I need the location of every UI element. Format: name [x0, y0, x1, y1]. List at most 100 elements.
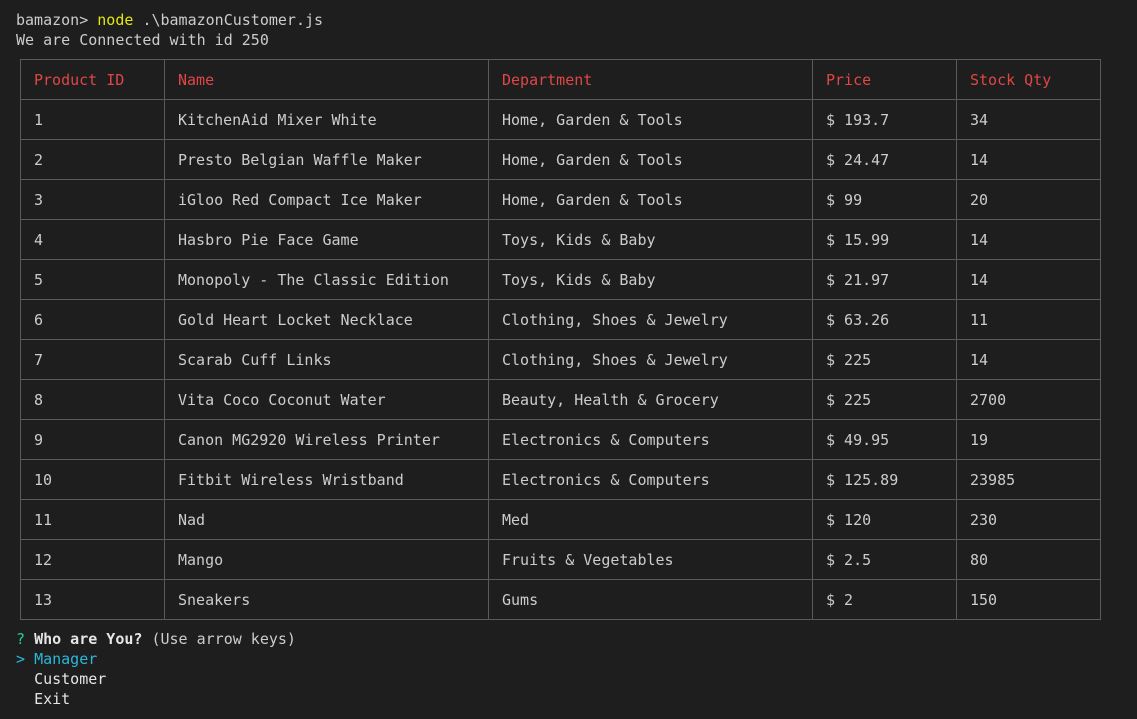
cell-name: Mango [164, 539, 489, 580]
cell-product-id: 1 [20, 99, 165, 140]
cell-department: Home, Garden & Tools [488, 139, 813, 180]
connection-message: We are Connected with id 250 [16, 31, 269, 49]
table-row: 10 Fitbit Wireless Wristband Electronics &… [20, 459, 1101, 500]
question-text: Who are You? [34, 630, 143, 648]
cell-name: Monopoly - The Classic Edition [164, 259, 489, 300]
option-label: Customer [34, 670, 107, 688]
cell-product-id: 13 [20, 579, 165, 620]
command-name: node [97, 11, 134, 29]
table-body: 1 KitchenAid Mixer White Home, Garden & To… [20, 99, 1101, 620]
cell-price: $ 2.5 [812, 539, 957, 580]
cell-price: $ 120 [812, 499, 957, 540]
cell-product-id: 11 [20, 499, 165, 540]
shell-prompt: bamazon> [16, 11, 89, 29]
cell-department: Gums [488, 579, 813, 620]
terminal-output: bamazon> node .\bamazonCustomer.js We ar… [16, 10, 1126, 50]
cell-department: Clothing, Shoes & Jewelry [488, 299, 813, 340]
option-label: Manager [34, 650, 98, 668]
cell-stock-qty: 14 [956, 139, 1101, 180]
cell-product-id: 5 [20, 259, 165, 300]
table-row: 1 KitchenAid Mixer White Home, Garden & To… [20, 99, 1101, 140]
table-row: 13 Sneakers Gums $ 2 150 [20, 579, 1101, 620]
cell-department: Beauty, Health & Grocery [488, 379, 813, 420]
question-mark-icon: ? [16, 630, 26, 648]
cell-department: Home, Garden & Tools [488, 179, 813, 220]
table-row: 6 Gold Heart Locket Necklace Clothing, Sho… [20, 299, 1101, 340]
cell-stock-qty: 11 [956, 299, 1101, 340]
question-hint: (Use arrow keys) [151, 630, 296, 648]
cell-name: Vita Coco Coconut Water [164, 379, 489, 420]
table-row: 11 Nad Med $ 120 230 [20, 499, 1101, 540]
cell-price: $ 125.89 [812, 459, 957, 500]
cell-price: $ 225 [812, 379, 957, 420]
cell-price: $ 21.97 [812, 259, 957, 300]
cell-name: iGloo Red Compact Ice Maker [164, 179, 489, 220]
cell-department: Fruits & Vegetables [488, 539, 813, 580]
cell-product-id: 7 [20, 339, 165, 380]
cell-price: $ 225 [812, 339, 957, 380]
cell-stock-qty: 14 [956, 219, 1101, 260]
header-price: Price [812, 59, 957, 100]
cell-name: Nad [164, 499, 489, 540]
cell-product-id: 6 [20, 299, 165, 340]
cell-product-id: 8 [20, 379, 165, 420]
cell-department: Toys, Kids & Baby [488, 259, 813, 300]
cell-stock-qty: 150 [956, 579, 1101, 620]
cell-stock-qty: 2700 [956, 379, 1101, 420]
cell-stock-qty: 80 [956, 539, 1101, 580]
cell-stock-qty: 23985 [956, 459, 1101, 500]
table-row: 3 iGloo Red Compact Ice Maker Home, Garden… [20, 179, 1101, 220]
question-line: ? Who are You? (Use arrow keys) [16, 629, 296, 649]
cell-price: $ 193.7 [812, 99, 957, 140]
cell-price: $ 2 [812, 579, 957, 620]
cell-department: Electronics & Computers [488, 459, 813, 500]
table-header-row: Product ID Name Department Price Stock Q… [20, 59, 1101, 100]
cell-name: KitchenAid Mixer White [164, 99, 489, 140]
cell-name: Gold Heart Locket Necklace [164, 299, 489, 340]
option-label: Exit [34, 690, 71, 708]
cell-stock-qty: 14 [956, 259, 1101, 300]
table-row: 2 Presto Belgian Waffle Maker Home, Garden… [20, 139, 1101, 180]
header-stock-qty: Stock Qty [956, 59, 1101, 100]
cell-price: $ 15.99 [812, 219, 957, 260]
table-row: 5 Monopoly - The Classic Edition Toys, Kid… [20, 259, 1101, 300]
cell-product-id: 4 [20, 219, 165, 260]
cell-department: Electronics & Computers [488, 419, 813, 460]
cell-product-id: 12 [20, 539, 165, 580]
cell-name: Fitbit Wireless Wristband [164, 459, 489, 500]
cell-department: Toys, Kids & Baby [488, 219, 813, 260]
cell-department: Med [488, 499, 813, 540]
cell-name: Scarab Cuff Links [164, 339, 489, 380]
cell-name: Presto Belgian Waffle Maker [164, 139, 489, 180]
table-row: 9 Canon MG2920 Wireless Printer Electronic… [20, 419, 1101, 460]
inquirer-prompt: ? Who are You? (Use arrow keys) > Manage… [16, 629, 296, 709]
cell-stock-qty: 34 [956, 99, 1101, 140]
cell-department: Home, Garden & Tools [488, 99, 813, 140]
products-table: Product ID Name Department Price Stock Q… [20, 59, 1101, 620]
cell-product-id: 9 [20, 419, 165, 460]
table-row: 12 Mango Fruits & Vegetables $ 2.5 80 [20, 539, 1101, 580]
cell-department: Clothing, Shoes & Jewelry [488, 339, 813, 380]
cell-stock-qty: 230 [956, 499, 1101, 540]
cell-product-id: 10 [20, 459, 165, 500]
cell-price: $ 49.95 [812, 419, 957, 460]
cell-price: $ 99 [812, 179, 957, 220]
cell-product-id: 2 [20, 139, 165, 180]
command-args: .\bamazonCustomer.js [142, 11, 324, 29]
command-line: bamazon> node .\bamazonCustomer.js [16, 10, 1126, 30]
cell-stock-qty: 14 [956, 339, 1101, 380]
table-row: 8 Vita Coco Coconut Water Beauty, Health &… [20, 379, 1101, 420]
option-exit[interactable]: Exit [16, 689, 296, 709]
header-name: Name [164, 59, 489, 100]
cell-product-id: 3 [20, 179, 165, 220]
option-manager[interactable]: > Manager [16, 649, 296, 669]
cell-name: Canon MG2920 Wireless Printer [164, 419, 489, 460]
option-customer[interactable]: Customer [16, 669, 296, 689]
cell-stock-qty: 20 [956, 179, 1101, 220]
header-product-id: Product ID [20, 59, 165, 100]
pointer-icon: > [16, 650, 26, 668]
cell-name: Sneakers [164, 579, 489, 620]
table-row: 4 Hasbro Pie Face Game Toys, Kids & Baby $ … [20, 219, 1101, 260]
cell-name: Hasbro Pie Face Game [164, 219, 489, 260]
cell-stock-qty: 19 [956, 419, 1101, 460]
